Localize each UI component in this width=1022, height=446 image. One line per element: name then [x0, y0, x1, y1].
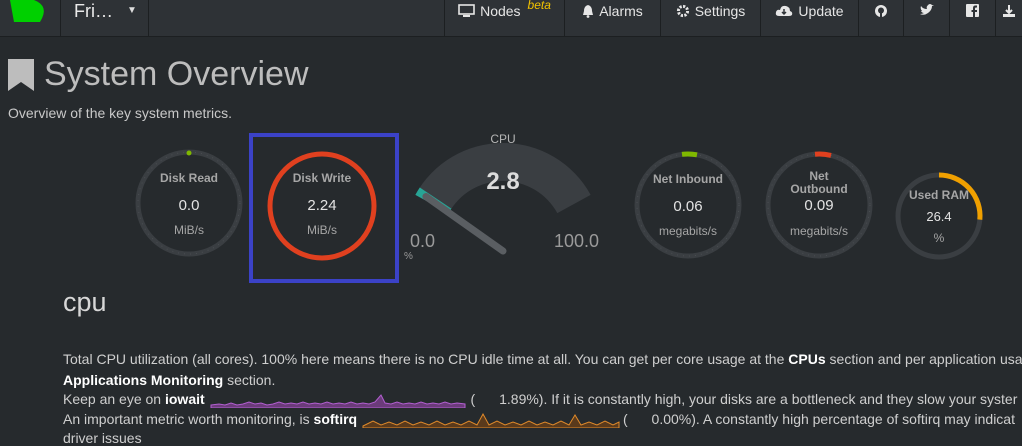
- hostname-label: Fri…: [74, 1, 113, 21]
- desc-text: 0.00%). A constantly high percentage of …: [651, 411, 1015, 427]
- facebook-icon: [966, 4, 979, 17]
- cpu-value: 2.8: [486, 168, 520, 195]
- beta-badge: beta: [527, 0, 551, 12]
- net-outbound-unit: megabits/s: [789, 224, 849, 238]
- page-title: System Overview: [8, 54, 309, 94]
- cpu-min-label: 0.0: [410, 231, 436, 251]
- twitter-icon: [920, 4, 934, 15]
- net-inbound-value: 0.06: [673, 198, 703, 215]
- used-ram-unit: %: [933, 231, 945, 245]
- net-outbound-indicator: [814, 151, 832, 158]
- desc-text: Total CPU utilization (all cores). 100% …: [63, 351, 789, 367]
- nav-nodes-label: Nodes: [480, 3, 521, 19]
- nav-update-label: Update: [798, 3, 844, 19]
- iowait-label: iowait: [164, 391, 205, 407]
- disk-write-gauge[interactable]: Disk Write 2.24 MiB/s: [266, 150, 378, 262]
- bookmark-icon: [8, 59, 34, 91]
- net-inbound-unit: megabits/s: [658, 224, 718, 238]
- monitor-icon: [458, 4, 475, 17]
- github-icon: [875, 5, 887, 17]
- nav-alarms-label: Alarms: [599, 3, 643, 19]
- desc-text: Keep an eye on: [63, 391, 165, 407]
- net-inbound-label: Net Inbound: [653, 172, 723, 186]
- github-link[interactable]: [858, 0, 903, 36]
- desc-text: (: [622, 411, 628, 427]
- applications-monitoring-link[interactable]: Applications Monitoring: [63, 372, 223, 388]
- net-inbound-indicator: [681, 151, 698, 158]
- facebook-link[interactable]: [949, 0, 995, 36]
- softirq-line: An important metric worth monitoring, is…: [63, 411, 1015, 429]
- used-ram-label: Used RAM: [908, 188, 969, 202]
- cpu-section-title: cpu: [63, 287, 107, 317]
- disk-write-unit: MiB/s: [307, 223, 337, 237]
- page-title-text: System Overview: [44, 55, 309, 93]
- net-outbound-gauge[interactable]: Net Outbound 0.09 megabits/s: [763, 149, 875, 261]
- cpu-description-line5: driver issues: [63, 430, 142, 446]
- cpu-description-line2: Applications Monitoring section.: [63, 372, 275, 388]
- used-ram-gauge[interactable]: Used RAM 26.4 %: [894, 171, 984, 261]
- bell-icon: [583, 5, 594, 18]
- desc-text: 1.89%). If it is constantly high, your d…: [499, 391, 1018, 407]
- disk-write-label: Disk Write: [292, 171, 352, 185]
- cpu-gauge[interactable]: CPU: [400, 128, 610, 278]
- used-ram-value: 26.4: [926, 209, 952, 224]
- nav-settings-label: Settings: [694, 3, 746, 19]
- disk-read-label: Disk Read: [159, 171, 219, 185]
- desc-text: An important metric worth monitoring, is: [63, 411, 314, 427]
- cpu-gauge-arc: [415, 143, 591, 255]
- hostname-dropdown[interactable]: Fri… ▼: [74, 0, 137, 36]
- nav-settings[interactable]: Settings: [660, 0, 760, 36]
- cpus-link[interactable]: CPUs: [788, 351, 825, 367]
- softirq-sparkline[interactable]: [361, 412, 623, 429]
- download-icon: [1003, 5, 1015, 17]
- net-inbound-gauge[interactable]: Net Inbound 0.06 megabits/s: [632, 149, 744, 261]
- twitter-link[interactable]: [903, 0, 949, 36]
- net-outbound-label: Net Outbound: [763, 170, 875, 196]
- download-link[interactable]: [995, 0, 1022, 36]
- disk-write-value: 2.24: [307, 197, 337, 214]
- disk-read-gauge[interactable]: Disk Read 0.0 MiB/s: [134, 148, 244, 258]
- desc-text: section and per application usa: [825, 351, 1022, 367]
- net-outbound-label-line2: Outbound: [790, 182, 848, 196]
- caret-down-icon: ▼: [127, 5, 137, 16]
- net-outbound-label-line1: Net: [809, 169, 829, 183]
- logo-icon: [10, 0, 44, 22]
- desc-text: (: [470, 391, 476, 407]
- net-outbound-value: 0.09: [804, 197, 834, 214]
- nav-update[interactable]: Update: [760, 0, 858, 36]
- navbar-divider: [148, 0, 149, 36]
- disk-read-value: 0.0: [178, 197, 200, 214]
- disk-read-indicator: [186, 150, 192, 156]
- cpu-description-line1: Total CPU utilization (all cores). 100% …: [63, 351, 1022, 367]
- cpu-unit-label: %: [404, 251, 413, 262]
- iowait-sparkline[interactable]: [209, 392, 471, 409]
- disk-read-unit: MiB/s: [174, 223, 204, 237]
- gear-icon: [676, 4, 689, 18]
- nav-nodes[interactable]: Nodes beta: [444, 0, 564, 36]
- softirq-label: softirq: [313, 411, 358, 427]
- desc-text: section.: [223, 372, 276, 388]
- top-navbar: Fri… ▼ Nodes beta Alarms Settings Update: [0, 0, 1022, 37]
- cloud-download-icon: [776, 5, 793, 16]
- cpu-max-label: 100.0: [554, 231, 600, 251]
- iowait-line: Keep an eye on iowait ( 1.89%). If it is…: [63, 391, 1018, 409]
- cpu-gauge-needle: [422, 193, 507, 255]
- nav-alarms[interactable]: Alarms: [564, 0, 660, 36]
- netdata-logo[interactable]: [0, 0, 61, 36]
- page-subtitle: Overview of the key system metrics.: [8, 105, 233, 121]
